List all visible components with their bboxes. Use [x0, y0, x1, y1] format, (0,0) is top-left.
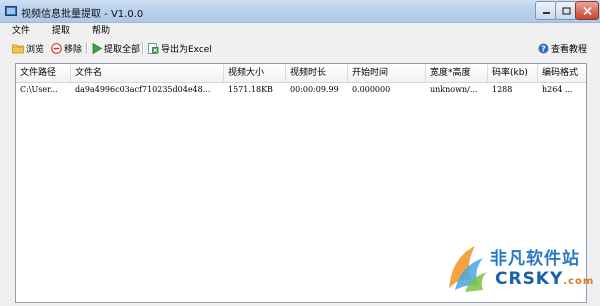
help-tutorial-label: 查看教程 — [551, 44, 588, 55]
minimize-button[interactable] — [535, 1, 557, 20]
cell-codec: h264 ... — [542, 85, 573, 94]
help-icon: ? — [538, 43, 549, 53]
watermark-en-suffix: .com — [563, 276, 595, 287]
toolbar-separator — [86, 42, 88, 54]
cell-bitrate: 1288 — [492, 85, 513, 94]
column-header-bitrate[interactable]: 码率(kb) — [488, 64, 538, 82]
menu-bar: 文件 提取 帮助 — [0, 23, 600, 39]
browse-label: 浏览 — [26, 44, 45, 55]
menu-extract[interactable]: 提取 — [40, 23, 80, 39]
export-excel-label: 导出为Excel — [161, 44, 212, 55]
minimize-icon — [542, 11, 550, 14]
watermark-en-main: CRSKY — [495, 269, 564, 289]
cell-size: 1571.18KB — [228, 85, 273, 94]
help-tutorial-button[interactable]: ? 查看教程 — [538, 40, 587, 56]
site-watermark: 非凡软件站 CRSKY.com — [445, 238, 595, 302]
svg-text:?: ? — [541, 44, 546, 53]
export-excel-button[interactable]: 导出为Excel — [148, 40, 212, 56]
browse-button[interactable]: 浏览 — [12, 40, 44, 56]
cell-path: C:\User... — [20, 85, 58, 94]
toolbar: 浏览 移除 提取全部 导出为Excel ? 查看教程 — [0, 39, 600, 57]
app-window: 视频信息批量提取 - V1.0.0 文件 提取 帮助 浏览 移除 提取全部 导出… — [0, 0, 600, 306]
column-header-duration[interactable]: 视频时长 — [286, 64, 348, 82]
maximize-button[interactable] — [555, 1, 577, 20]
list-header: 文件路径 文件名 视频大小 视频时长 开始时间 宽度*高度 码率(kb) 编码格… — [16, 64, 586, 83]
extract-all-label: 提取全部 — [104, 44, 141, 55]
window-title: 视频信息批量提取 - V1.0.0 — [21, 9, 144, 20]
menu-help[interactable]: 帮助 — [80, 23, 120, 39]
close-icon — [582, 6, 592, 15]
title-bar[interactable]: 视频信息批量提取 - V1.0.0 — [0, 0, 600, 23]
app-icon — [5, 6, 17, 16]
close-button[interactable] — [575, 1, 599, 20]
watermark-cn-text: 非凡软件站 — [490, 249, 580, 269]
cell-filename: da9a4996c03acf710235d04e48... — [75, 85, 211, 94]
table-row[interactable]: C:\User... da9a4996c03acf710235d04e48...… — [16, 83, 586, 97]
toolbar-separator — [142, 42, 144, 54]
column-header-resolution[interactable]: 宽度*高度 — [426, 64, 488, 82]
column-header-start-time[interactable]: 开始时间 — [348, 64, 426, 82]
column-header-codec[interactable]: 编码格式 — [538, 64, 586, 82]
extract-all-button[interactable]: 提取全部 — [92, 40, 140, 56]
remove-button[interactable]: 移除 — [51, 40, 82, 56]
menu-file[interactable]: 文件 — [0, 23, 40, 39]
watermark-en-text: CRSKY.com — [495, 269, 594, 289]
remove-icon — [51, 42, 62, 54]
cell-duration: 00:00:09.99 — [290, 85, 339, 94]
column-header-filename[interactable]: 文件名 — [71, 64, 224, 82]
play-icon — [92, 42, 102, 54]
remove-label: 移除 — [64, 44, 83, 55]
watermark-logo-icon — [449, 246, 487, 292]
cell-resolution: unknown/... — [430, 85, 478, 94]
folder-icon — [12, 44, 24, 53]
column-header-path[interactable]: 文件路径 — [16, 64, 71, 82]
export-excel-icon — [148, 42, 159, 54]
cell-start-time: 0.000000 — [352, 85, 391, 94]
column-header-size[interactable]: 视频大小 — [224, 64, 286, 82]
maximize-icon — [561, 6, 571, 15]
